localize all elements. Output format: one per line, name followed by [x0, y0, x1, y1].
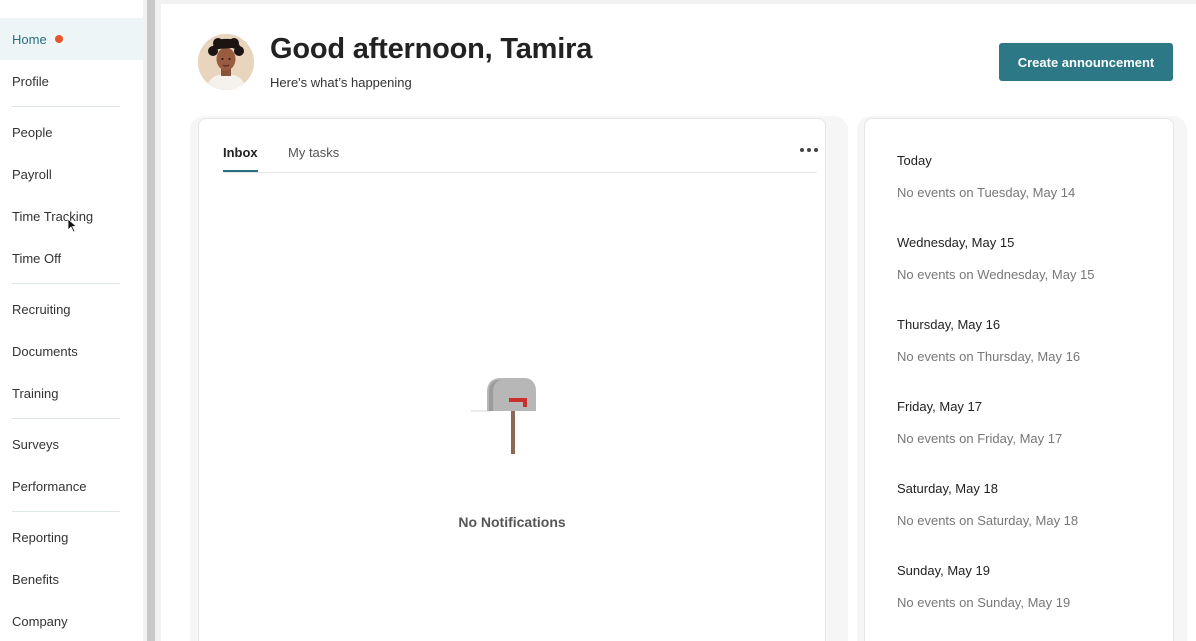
sidebar-item-label: Home — [12, 31, 47, 47]
sidebar-item-label: Time Off — [12, 250, 62, 266]
sidebar-item-label: Benefits — [12, 571, 59, 587]
ellipsis-icon[interactable] — [797, 141, 821, 159]
sidebar-item-documents[interactable]: Documents — [0, 330, 143, 372]
sidebar-item-label: Recruiting — [12, 301, 71, 317]
calendar-day-title: Saturday, May 18 — [897, 481, 998, 496]
sidebar-item-company[interactable]: Company — [0, 600, 143, 641]
sidebar-item-benefits[interactable]: Benefits — [0, 558, 143, 600]
sidebar-item-time-off[interactable]: Time Off — [0, 237, 143, 279]
sidebar-divider — [12, 418, 120, 419]
sidebar-divider — [12, 106, 120, 107]
calendar-day-title: Thursday, May 16 — [897, 317, 1001, 332]
sidebar-item-label: Documents — [12, 343, 78, 359]
sidebar-item-home[interactable]: Home — [0, 18, 143, 60]
scroll-gutter — [155, 0, 161, 641]
calendar-day: Sunday, May 19 No events on Sunday, May … — [897, 563, 1070, 610]
avatar[interactable] — [198, 34, 254, 90]
sidebar-item-training[interactable]: Training — [0, 372, 143, 414]
tab-inbox[interactable]: Inbox — [223, 145, 258, 160]
sidebar-item-label: Profile — [12, 73, 49, 89]
calendar-day-title: Friday, May 17 — [897, 399, 983, 414]
sidebar-item-label: Performance — [12, 478, 87, 494]
sidebar: Home Profile People Payroll Time Trackin… — [0, 0, 145, 641]
active-tab-indicator — [223, 170, 258, 172]
sidebar-item-recruiting[interactable]: Recruiting — [0, 288, 143, 330]
sidebar-item-label: Surveys — [12, 436, 59, 452]
empty-state-message: No Notifications — [458, 514, 566, 530]
calendar-card: Today No events on Tuesday, May 14 Wedne… — [864, 118, 1174, 641]
sidebar-item-reporting[interactable]: Reporting — [0, 516, 143, 558]
sidebar-item-surveys[interactable]: Surveys — [0, 423, 143, 465]
calendar-day-events: No events on Tuesday, May 14 — [897, 185, 1076, 200]
page-subtitle: Here's what’s happening — [270, 75, 412, 90]
inbox-card: Inbox My tasks No Notifications — [198, 118, 826, 641]
sidebar-item-payroll[interactable]: Payroll — [0, 153, 143, 195]
tab-my-tasks[interactable]: My tasks — [288, 145, 339, 160]
calendar-day-title: Today — [897, 153, 932, 168]
calendar-day-title: Sunday, May 19 — [897, 563, 990, 578]
mouse-cursor-icon — [67, 218, 78, 233]
top-border — [161, 0, 1196, 4]
calendar-day: Friday, May 17 No events on Friday, May … — [897, 399, 1062, 446]
sidebar-item-label: Time Tracking — [12, 208, 94, 224]
notification-dot — [54, 35, 63, 43]
sidebar-item-label: Reporting — [12, 529, 69, 545]
calendar-day-events: No events on Friday, May 17 — [897, 431, 1063, 446]
page-title: Good afternoon, Tamira — [270, 33, 593, 65]
sidebar-divider — [12, 283, 120, 284]
calendar-day-events: No events on Wednesday, May 15 — [897, 267, 1095, 282]
sidebar-item-label: Payroll — [12, 166, 52, 182]
mailbox-icon — [471, 378, 536, 454]
sidebar-item-profile[interactable]: Profile — [0, 60, 143, 102]
calendar-day-events: No events on Saturday, May 18 — [897, 513, 1079, 528]
calendar-day: Today No events on Tuesday, May 14 — [897, 153, 1075, 200]
calendar-day: Wednesday, May 15 No events on Wednesday… — [897, 235, 1095, 282]
calendar-day: Saturday, May 18 No events on Saturday, … — [897, 481, 1078, 528]
user-avatar-icon — [198, 34, 254, 90]
calendar-day-title: Wednesday, May 15 — [897, 235, 1015, 250]
sidebar-item-label: Company — [12, 613, 68, 629]
sidebar-item-performance[interactable]: Performance — [0, 465, 143, 507]
sidebar-item-label: People — [12, 124, 53, 140]
calendar-day: Thursday, May 16 No events on Thursday, … — [897, 317, 1080, 364]
create-announcement-button[interactable]: Create announcement — [999, 43, 1173, 81]
sidebar-item-people[interactable]: People — [0, 111, 143, 153]
inbox-tabs: Inbox My tasks — [223, 119, 818, 173]
calendar-day-events: No events on Thursday, May 16 — [897, 349, 1081, 364]
calendar-day-events: No events on Sunday, May 19 — [897, 595, 1071, 610]
sidebar-scrollbar[interactable] — [147, 0, 155, 641]
sidebar-item-label: Training — [12, 385, 59, 401]
sidebar-divider — [12, 511, 120, 512]
